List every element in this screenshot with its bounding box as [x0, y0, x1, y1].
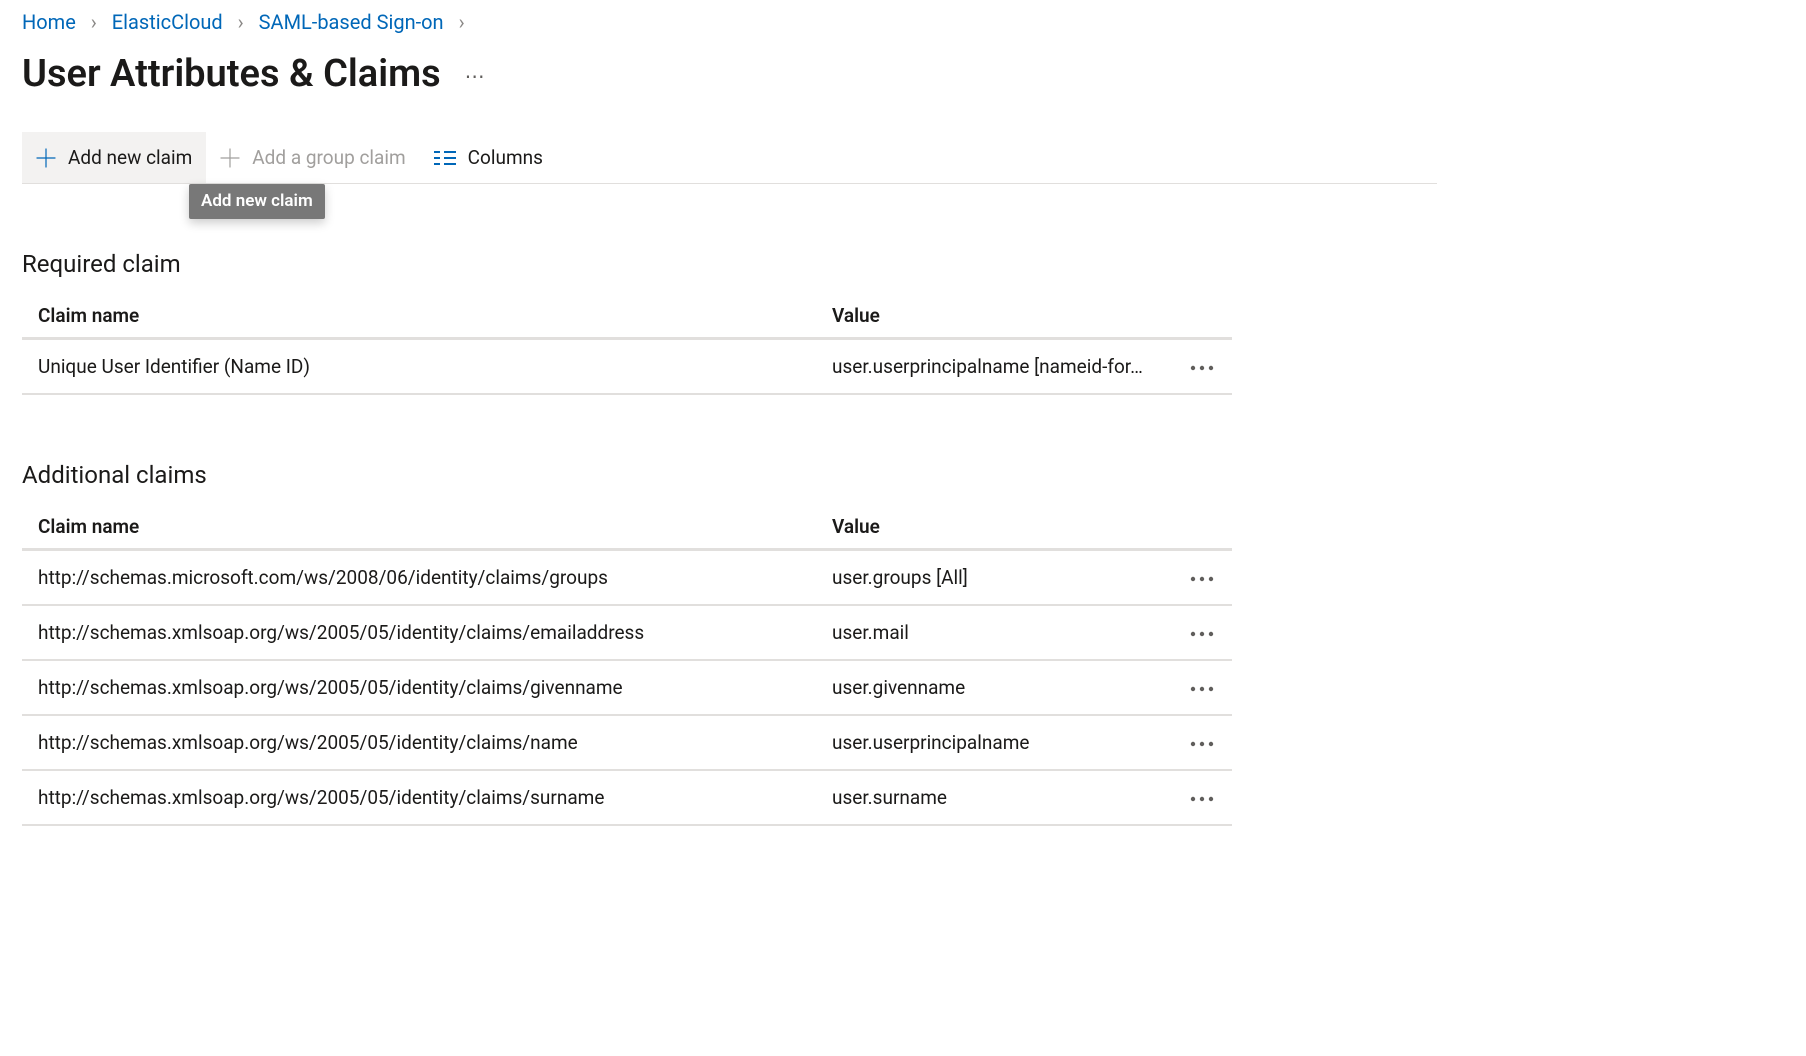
page-header: User Attributes & Claims ⋯	[22, 52, 1786, 96]
row-more-actions-icon[interactable]	[1182, 787, 1222, 811]
row-more-actions-icon[interactable]	[1182, 732, 1222, 756]
row-more-actions-icon[interactable]	[1182, 677, 1222, 701]
add-group-claim-label: Add a group claim	[252, 146, 405, 169]
table-row[interactable]: http://schemas.xmlsoap.org/ws/2005/05/id…	[22, 606, 1232, 661]
claim-name-cell: http://schemas.xmlsoap.org/ws/2005/05/id…	[38, 621, 832, 644]
more-actions-icon[interactable]: ⋯	[465, 64, 487, 88]
breadcrumb-saml-signon[interactable]: SAML-based Sign-on	[259, 10, 444, 34]
additional-claims-table: Claim name Value http://schemas.microsof…	[22, 501, 1232, 826]
breadcrumb-home[interactable]: Home	[22, 10, 76, 34]
breadcrumb: Home › ElasticCloud › SAML-based Sign-on…	[22, 10, 1786, 34]
breadcrumb-elasticcloud[interactable]: ElasticCloud	[112, 10, 223, 34]
table-row[interactable]: Unique User Identifier (Name ID) user.us…	[22, 340, 1232, 395]
claim-name-cell: http://schemas.xmlsoap.org/ws/2005/05/id…	[38, 731, 832, 754]
plus-icon	[220, 148, 240, 168]
claim-value-cell: user.groups [All]	[832, 566, 1172, 589]
required-claim-heading: Required claim	[22, 250, 1786, 278]
row-more-actions-icon[interactable]	[1182, 622, 1222, 646]
chevron-right-icon: ›	[228, 10, 254, 34]
claim-value-cell: user.mail	[832, 621, 1172, 644]
column-header-value[interactable]: Value	[832, 304, 1172, 327]
add-new-claim-label: Add new claim	[68, 146, 192, 169]
plus-icon	[36, 148, 56, 168]
claim-name-cell: http://schemas.microsoft.com/ws/2008/06/…	[38, 566, 832, 589]
table-header: Claim name Value	[22, 501, 1232, 551]
claim-value-cell: user.userprincipalname [nameid-for…	[832, 355, 1172, 378]
table-header: Claim name Value	[22, 290, 1232, 340]
toolbar: Add new claim Add a group claim Columns …	[22, 132, 1437, 184]
claim-name-cell: http://schemas.xmlsoap.org/ws/2005/05/id…	[38, 676, 832, 699]
add-new-claim-button[interactable]: Add new claim	[22, 132, 206, 183]
page-title: User Attributes & Claims	[22, 52, 441, 96]
column-header-actions	[1172, 515, 1232, 538]
row-more-actions-icon[interactable]	[1182, 567, 1222, 591]
claim-name-cell: Unique User Identifier (Name ID)	[38, 355, 832, 378]
add-group-claim-button[interactable]: Add a group claim	[206, 132, 419, 183]
claim-value-cell: user.givenname	[832, 676, 1172, 699]
column-header-name[interactable]: Claim name	[38, 515, 832, 538]
table-row[interactable]: http://schemas.microsoft.com/ws/2008/06/…	[22, 551, 1232, 606]
claim-value-cell: user.userprincipalname	[832, 731, 1172, 754]
table-row[interactable]: http://schemas.xmlsoap.org/ws/2005/05/id…	[22, 716, 1232, 771]
columns-label: Columns	[468, 146, 543, 169]
column-header-value[interactable]: Value	[832, 515, 1172, 538]
tooltip-add-new-claim: Add new claim	[189, 184, 325, 219]
table-row[interactable]: http://schemas.xmlsoap.org/ws/2005/05/id…	[22, 771, 1232, 826]
columns-button[interactable]: Columns	[420, 132, 557, 183]
row-more-actions-icon[interactable]	[1182, 356, 1222, 380]
column-header-name[interactable]: Claim name	[38, 304, 832, 327]
table-row[interactable]: http://schemas.xmlsoap.org/ws/2005/05/id…	[22, 661, 1232, 716]
claim-value-cell: user.surname	[832, 786, 1172, 809]
chevron-right-icon: ›	[81, 10, 107, 34]
claim-name-cell: http://schemas.xmlsoap.org/ws/2005/05/id…	[38, 786, 832, 809]
chevron-right-icon: ›	[449, 10, 475, 34]
additional-claims-heading: Additional claims	[22, 461, 1786, 489]
columns-icon	[434, 149, 456, 167]
column-header-actions	[1172, 304, 1232, 327]
required-claims-table: Claim name Value Unique User Identifier …	[22, 290, 1232, 395]
